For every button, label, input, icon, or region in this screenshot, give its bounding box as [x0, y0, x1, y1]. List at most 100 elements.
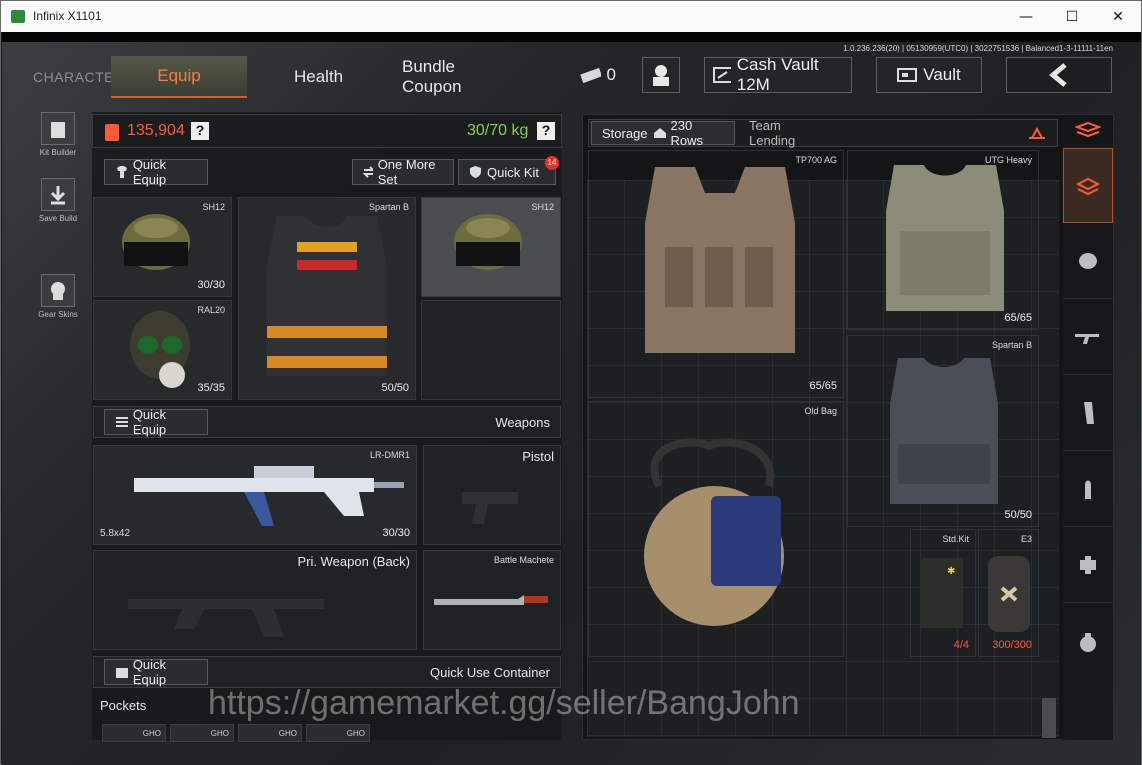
title-bar: Infinix X1101 — ☐ ✕: [1, 1, 1141, 32]
sort-icon[interactable]: [1027, 126, 1047, 142]
gear-skins-icon: [51, 281, 65, 300]
version-info: 1.0.236.236(20) | 05130959(UTC0) | 30227…: [843, 44, 1113, 53]
utg-heavy-vest-image: [886, 165, 1004, 311]
watermark: https://gamemarket.gg/seller/BangJohn: [208, 684, 800, 722]
category-armor[interactable]: [1063, 148, 1113, 223]
storage-item-utg-heavy[interactable]: UTG Heavy 65/65: [847, 150, 1039, 330]
storage-item-old-bag[interactable]: Old Bag: [588, 401, 844, 657]
back-button[interactable]: [1006, 57, 1112, 93]
back-weapon-label: Pri. Weapon (Back): [297, 554, 410, 569]
quick-equip-quickuse-button[interactable]: Quick Equip: [104, 657, 208, 687]
helmet-alt-name: SH12: [531, 202, 554, 212]
attachment-icon: [1080, 556, 1096, 574]
vest-name: Spartan B: [368, 202, 409, 212]
grenade-icon: [1080, 632, 1096, 652]
category-helmet[interactable]: [1063, 224, 1113, 299]
helmet-alt-image: [454, 214, 522, 270]
helmet-icon: [1079, 253, 1097, 269]
primary-weapon-durability: 30/30: [382, 527, 410, 539]
tp700-durability: 65/65: [809, 380, 837, 392]
category-weapons[interactable]: [1063, 300, 1113, 375]
quick-equip-weapons-button[interactable]: Quick Equip: [104, 407, 208, 437]
cash-icon: [580, 67, 601, 84]
one-more-set-button[interactable]: One More Set: [352, 157, 454, 187]
cash-vault-button[interactable]: Cash Vault 12M: [704, 55, 852, 94]
stack-icon: [1075, 121, 1101, 138]
std-kit-name: Std.Kit: [942, 534, 969, 544]
money-display: 0: [570, 57, 624, 93]
team-lending-tab[interactable]: Team Lending: [739, 118, 839, 148]
weapons-header: Quick Equip Weapons: [93, 406, 561, 438]
pistol-placeholder-icon: [462, 492, 518, 524]
category-grenades[interactable]: [1063, 604, 1113, 679]
maximize-button[interactable]: ☐: [1049, 1, 1095, 32]
tab-health[interactable]: Health: [294, 56, 343, 98]
weapons-title: Weapons: [495, 415, 550, 430]
machete-image: [434, 595, 548, 605]
utg-heavy-name: UTG Heavy: [984, 155, 1032, 165]
kit-builder-icon: [51, 121, 65, 138]
storage-item-std-kit[interactable]: ✱ Std.Kit 4/4: [910, 529, 976, 657]
pocket-slot[interactable]: GHO: [170, 724, 234, 742]
pistol-label: Pistol: [522, 449, 554, 464]
storage-tab[interactable]: Storage 230 Rows: [591, 118, 735, 148]
svg-text:✱: ✱: [947, 566, 955, 577]
melee-slot[interactable]: Battle Machete: [423, 550, 561, 650]
std-kit-image: ✱: [921, 558, 963, 628]
game-viewport: 1.0.236.236(20) | 05130959(UTC0) | 30227…: [2, 32, 1141, 765]
category-attachments[interactable]: [1063, 528, 1113, 603]
std-kit-count: 4/4: [953, 639, 969, 651]
magazine-icon: [1084, 402, 1094, 424]
storage-item-spartan-b[interactable]: Spartan B 50/50: [847, 335, 1039, 527]
mask-name: RAL20: [197, 305, 225, 315]
app-icon: [11, 10, 25, 23]
kit-builder-button[interactable]: Kit Builder: [30, 112, 86, 157]
gear-skins-button[interactable]: Gear Skins: [30, 274, 86, 319]
melee-name: Battle Machete: [493, 555, 554, 565]
helmet-name: SH12: [202, 202, 225, 212]
category-ammo[interactable]: [1063, 452, 1113, 527]
helmet-alt-slot[interactable]: SH12: [421, 197, 561, 297]
category-all[interactable]: [1063, 114, 1113, 148]
shield-icon: [470, 166, 481, 178]
category-magazine[interactable]: [1063, 376, 1113, 451]
gear-skins-label: Gear Skins: [38, 310, 78, 319]
gear-value-help-icon[interactable]: ?: [191, 122, 209, 140]
close-button[interactable]: ✕: [1095, 1, 1141, 32]
helmet-slot[interactable]: SH12 30/30: [93, 197, 232, 297]
pocket-slot[interactable]: GHO: [238, 724, 302, 742]
one-more-set-label: One More Set: [377, 157, 436, 187]
pocket-slot[interactable]: GHO: [102, 724, 166, 742]
rifle-image: [134, 466, 404, 526]
back-weapon-slot[interactable]: Pri. Weapon (Back): [93, 550, 417, 650]
tab-equip[interactable]: Equip: [111, 56, 247, 98]
primary-weapon-slot[interactable]: LR-DMR1 5.8x42 30/30: [93, 445, 417, 545]
rifle-placeholder-icon: [128, 599, 324, 637]
storage-item-tp700[interactable]: TP700 AG 65/65: [588, 150, 844, 398]
vest-slot[interactable]: Spartan B 50/50: [238, 197, 416, 400]
primary-weapon-name: LR-DMR1: [369, 450, 410, 460]
minimize-button[interactable]: —: [1003, 1, 1049, 32]
tab-bundle-coupon[interactable]: Bundle Coupon: [402, 56, 462, 98]
weight-help-icon[interactable]: ?: [537, 122, 555, 140]
quick-kit-button[interactable]: Quick Kit: [458, 159, 556, 185]
quick-equip-gear-button[interactable]: Quick Equip: [104, 157, 208, 187]
mask-slot[interactable]: RAL20 35/35: [93, 300, 232, 400]
top-strip: [2, 32, 1141, 42]
save-build-label: Save Build: [38, 214, 78, 223]
spartan-b-name: Spartan B: [991, 340, 1032, 350]
quick-equip-quickuse-label: Quick Equip: [132, 657, 167, 687]
old-bag-image: [644, 438, 784, 626]
pistol-slot[interactable]: Pistol: [423, 445, 561, 545]
storage-scrollbar[interactable]: [1042, 698, 1056, 738]
cash-vault-label: Cash Vault 12M: [736, 55, 819, 94]
operator-button[interactable]: [642, 57, 680, 93]
gear-value: 135,904: [127, 122, 185, 139]
storage-item-e3[interactable]: E3 300/300: [978, 529, 1039, 657]
empty-gear-slot[interactable]: [421, 300, 561, 400]
pocket-slot[interactable]: GHO: [306, 724, 370, 742]
weight-value: 30/70 kg: [467, 122, 529, 139]
quick-equip-weapons-label: Quick Equip: [132, 407, 167, 437]
vault-button[interactable]: Vault: [876, 57, 982, 93]
save-build-button[interactable]: Save Build: [30, 178, 86, 223]
